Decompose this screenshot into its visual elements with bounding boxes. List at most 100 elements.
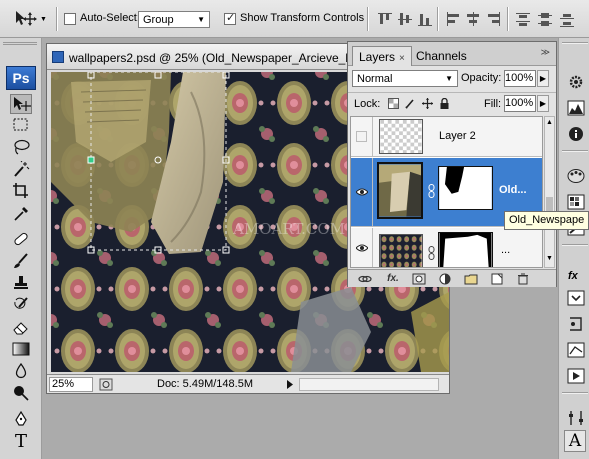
healing-brush-tool[interactable] [10,230,32,250]
palette-icon [567,169,585,183]
document-info-icon[interactable] [99,378,113,391]
tab-layers[interactable]: Layers × [352,46,412,66]
layer-row-layer-2[interactable]: Layer 2 [351,117,542,157]
marquee-tool[interactable] [10,116,32,136]
layer-name: ... [501,244,511,256]
histogram-panel-button[interactable] [565,98,587,118]
pen-tool[interactable] [10,410,32,430]
dock-grip[interactable] [562,42,588,44]
link-layers-icon[interactable] [358,273,372,285]
lock-position-icon[interactable] [422,98,433,109]
gradient-tool[interactable] [10,340,32,360]
distribute-bottom-edges-button[interactable] [558,10,576,28]
layer-mask-link-icon[interactable] [428,246,435,260]
adjustments-fx-button[interactable]: fx [568,270,578,282]
eraser-icon [13,322,28,335]
scrollbar-thumb[interactable] [546,197,553,211]
histogram-icon [567,100,585,116]
masks-panel-button[interactable] [565,288,587,308]
auto-select-target-select[interactable]: Group ▼ [138,11,210,28]
actions-panel-button[interactable] [565,366,587,386]
swatches-panel-button[interactable] [565,192,587,212]
clone-stamp-tool[interactable] [10,274,32,294]
brush-tool[interactable] [10,252,32,272]
toolbar-separator [367,7,369,31]
zoom-level-field[interactable]: 25% [49,377,93,392]
lock-row: Lock: Fill: 100% ▶ [348,92,556,114]
gear-icon [569,75,583,89]
blend-mode-select[interactable]: Normal ▼ [352,70,458,87]
type-tool[interactable]: T [10,432,32,452]
magic-wand-tool[interactable] [10,160,32,180]
distribute-top-edges-button[interactable] [514,10,532,28]
opacity-slider-arrow[interactable]: ▶ [537,70,549,87]
adjustment-layer-icon[interactable] [438,273,452,285]
layer-visibility-toggle[interactable] [351,228,373,267]
tab-channels[interactable]: Channels [410,46,473,66]
gradient-icon [12,342,30,356]
rectangular-marquee-icon [13,118,28,131]
layer-visibility-toggle[interactable] [351,117,373,156]
eraser-tool[interactable] [10,318,32,338]
distribute-vertical-centers-button[interactable] [536,10,554,28]
layer-mask-link-icon[interactable] [428,184,435,198]
channels-panel-button[interactable] [565,314,587,334]
layer-row-wallpaper[interactable]: ... [351,228,542,268]
document-title: wallpapers2.psd @ 25% (Old_Newspaper_Arc… [69,51,365,65]
align-top-edges-button[interactable] [376,10,394,28]
color-panel-button[interactable] [565,166,587,186]
fill-field[interactable]: 100% [504,95,536,112]
character-panel-button[interactable]: A [564,430,586,452]
move-tool[interactable] [10,94,32,114]
align-right-edges-button[interactable] [484,10,502,28]
new-layer-icon[interactable] [490,273,504,285]
history-brush-tool[interactable] [10,296,32,316]
panel-grip[interactable] [3,42,37,45]
blur-tool[interactable] [10,362,32,382]
panel-menu-icon[interactable]: ≫ [541,47,550,58]
move-tool-preset-picker[interactable]: ▼ [14,10,47,28]
opacity-field[interactable]: 100% [504,70,536,87]
info-panel-button[interactable] [565,124,587,144]
layer-style-button[interactable]: fx. [384,273,402,285]
channels-icon [570,317,582,331]
lasso-tool[interactable] [10,138,32,158]
paths-panel-button[interactable] [565,340,587,360]
horizontal-scrollbar[interactable] [299,378,439,391]
lock-all-icon[interactable] [439,98,450,109]
layers-panel: Layers × Channels ≫ Normal ▼ Opacity: 100… [347,41,557,287]
align-horizontal-centers-button[interactable] [464,10,482,28]
lasso-icon [14,139,30,155]
status-menu-arrow-icon[interactable] [285,378,295,391]
layer-visibility-toggle[interactable] [351,158,373,226]
close-icon[interactable]: × [399,53,405,64]
drop-icon [15,363,27,379]
lock-transparent-pixels-icon[interactable] [388,98,399,109]
swatches-icon [567,194,585,210]
layer-list-scrollbar[interactable]: ▲ ▼ [544,116,555,268]
dodge-tool[interactable] [10,384,32,404]
auto-select-checkbox[interactable] [64,13,76,25]
layer-mask-thumbnail[interactable] [438,166,493,210]
align-vertical-centers-button[interactable] [396,10,414,28]
document-status-bar: 25% Doc: 5.49M/148.5M [47,374,449,393]
fill-slider-arrow[interactable]: ▶ [537,95,549,112]
scroll-down-icon[interactable]: ▼ [546,255,553,262]
align-left-edges-button[interactable] [444,10,462,28]
layer-mask-thumbnail[interactable] [438,232,493,268]
new-group-icon[interactable] [464,273,478,285]
layer-name: Old... [499,184,527,196]
panel-tab-strip: Layers × Channels ≫ [348,42,556,66]
eyedropper-tool[interactable] [10,204,32,224]
add-mask-icon[interactable] [412,273,426,285]
navigator-panel-button[interactable] [565,72,587,92]
trash-icon[interactable] [516,273,530,285]
right-panel-dock: fx [558,38,589,459]
fill-label: Fill: [484,98,502,110]
crop-tool[interactable] [10,182,32,202]
show-transform-checkbox[interactable] [224,11,236,25]
align-bottom-edges-button[interactable] [416,10,434,28]
scroll-up-icon[interactable]: ▲ [546,119,553,126]
lock-image-pixels-icon[interactable] [405,98,416,109]
tool-presets-panel-button[interactable] [565,408,587,428]
